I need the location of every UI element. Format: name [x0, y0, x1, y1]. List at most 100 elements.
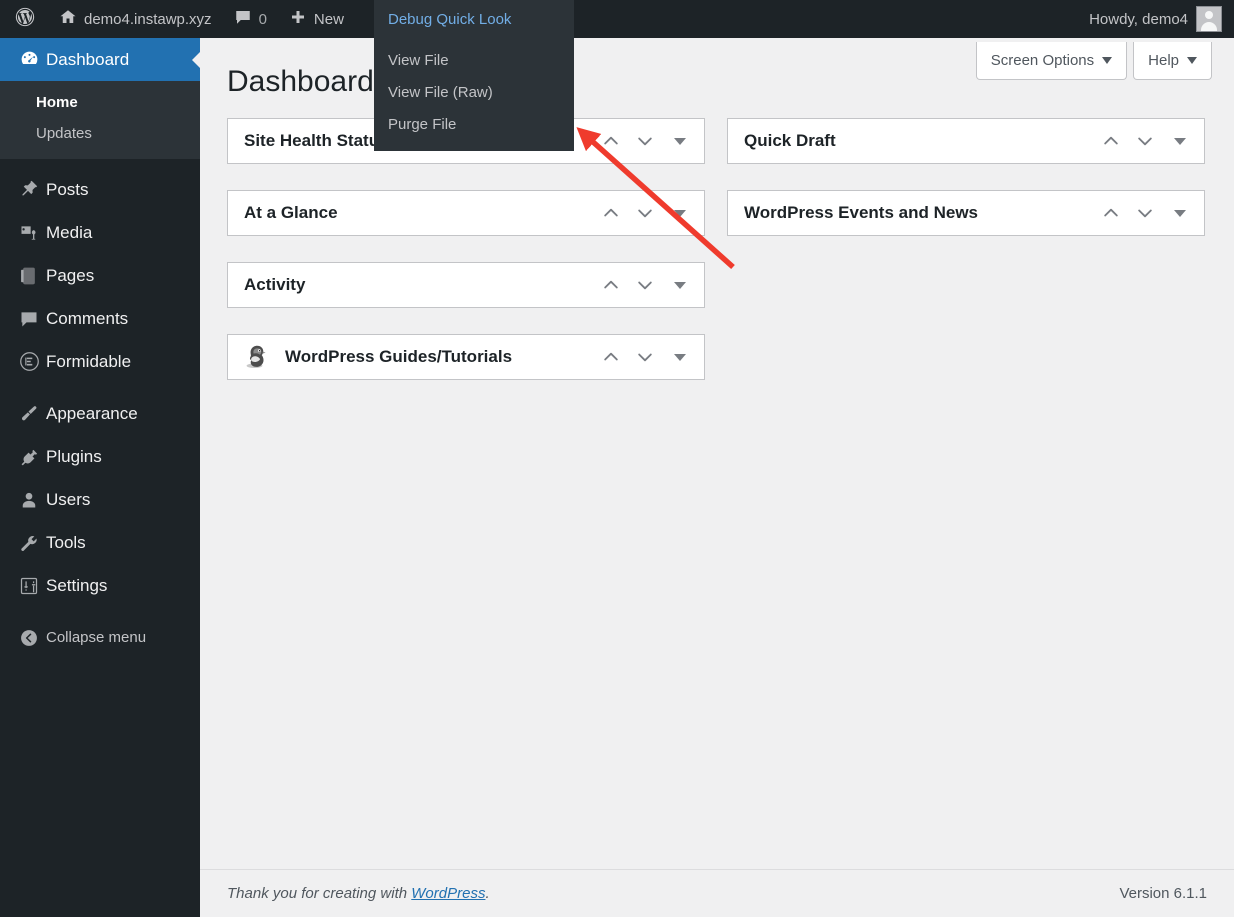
dropdown-item-purge-file[interactable]: Purge File	[374, 109, 574, 141]
triangle-down-icon[interactable]	[662, 268, 698, 302]
admin-footer: Thank you for creating with WordPress. V…	[200, 869, 1234, 917]
triangle-down-icon[interactable]	[1162, 124, 1198, 158]
sidebar-item-settings[interactable]: Settings	[0, 564, 200, 607]
wordpress-link[interactable]: WordPress	[411, 885, 485, 902]
sliders-icon	[12, 576, 46, 596]
sidebar-item-formidable[interactable]: Formidable	[0, 340, 200, 383]
my-account-button[interactable]: Howdy, demo4	[1089, 0, 1234, 38]
sidebar-item-label: Posts	[46, 179, 89, 199]
sidebar-item-label: Tools	[46, 532, 86, 552]
screen-options-label: Screen Options	[990, 52, 1095, 69]
chevron-up-icon[interactable]	[594, 268, 628, 302]
collapse-menu-button[interactable]: Collapse menu	[0, 616, 200, 659]
widget-wordpress-events-and-news: WordPress Events and News	[727, 190, 1205, 236]
chevron-down-icon	[1187, 57, 1197, 64]
widget-quick-draft: Quick Draft	[727, 118, 1205, 164]
main-content-area: Screen Options Help Dashboard Site Healt…	[200, 38, 1234, 917]
sidebar-item-label: Plugins	[46, 446, 102, 466]
comment-bubble-icon	[234, 8, 252, 30]
debug-quick-look-label: Debug Quick Look	[388, 10, 512, 28]
sidebar-item-label: Media	[46, 222, 93, 242]
sidebar-item-pages[interactable]: Pages	[0, 254, 200, 297]
bird-icon	[244, 343, 272, 371]
chevron-down-icon[interactable]	[628, 124, 662, 158]
debug-quick-look-dropdown: View File View File (Raw) Purge File	[374, 38, 574, 151]
chevron-up-icon[interactable]	[1094, 124, 1128, 158]
widget-title-with-icon: WordPress Guides/Tutorials	[244, 343, 594, 371]
widget-actions	[594, 124, 698, 158]
chevron-up-icon[interactable]	[1094, 196, 1128, 230]
dashboard-widgets-container: Site Health Status At a Glance Activity …	[227, 118, 1227, 406]
widget-actions	[594, 196, 698, 230]
help-button[interactable]: Help	[1133, 42, 1212, 80]
triangle-down-icon[interactable]	[1162, 196, 1198, 230]
wordpress-logo-icon	[14, 6, 36, 32]
widget-header: Activity	[228, 263, 704, 307]
widget-actions	[594, 340, 698, 374]
sidebar-item-comments[interactable]: Comments	[0, 297, 200, 340]
debug-quick-look-menu-button[interactable]: Debug Quick Look	[374, 0, 574, 38]
footer-thanks-prefix: Thank you for creating with	[227, 885, 412, 902]
home-icon	[59, 8, 77, 30]
chevron-down-icon[interactable]	[628, 340, 662, 374]
sidebar-item-label: Users	[46, 489, 91, 509]
widget-title: WordPress Guides/Tutorials	[285, 347, 513, 366]
chevron-up-icon[interactable]	[594, 196, 628, 230]
chevron-down-icon[interactable]	[1128, 196, 1162, 230]
chevron-down-icon[interactable]	[628, 268, 662, 302]
formidable-icon	[12, 351, 46, 372]
dropdown-item-view-file-raw[interactable]: View File (Raw)	[374, 77, 574, 109]
triangle-down-icon[interactable]	[662, 340, 698, 374]
sidebar-item-users[interactable]: Users	[0, 478, 200, 521]
widget-header: WordPress Events and News	[728, 191, 1204, 235]
new-content-button[interactable]: New	[278, 0, 355, 38]
footer-thanks-suffix: .	[485, 885, 490, 902]
widget-actions	[1094, 124, 1198, 158]
sidebar-item-tools[interactable]: Tools	[0, 521, 200, 564]
widget-wordpress-guides-tutorials: WordPress Guides/Tutorials	[227, 334, 705, 380]
dropdown-item-view-file[interactable]: View File	[374, 45, 574, 77]
sidebar-item-appearance[interactable]: Appearance	[0, 392, 200, 435]
triangle-down-icon[interactable]	[662, 196, 698, 230]
plug-icon	[12, 447, 46, 467]
dashboard-icon	[12, 49, 46, 70]
chevron-up-icon[interactable]	[594, 124, 628, 158]
widget-header: At a Glance	[228, 191, 704, 235]
comments-button[interactable]: 0	[223, 0, 278, 38]
page-title: Dashboard	[227, 65, 374, 98]
sidebar-subitem-home[interactable]: Home	[0, 87, 200, 118]
widget-actions	[594, 268, 698, 302]
pages-icon	[12, 266, 46, 286]
sidebar-item-plugins[interactable]: Plugins	[0, 435, 200, 478]
sidebar-item-posts[interactable]: Posts	[0, 168, 200, 211]
widget-title: At a Glance	[244, 203, 338, 222]
wrench-icon	[12, 533, 46, 553]
widget-header: Quick Draft	[728, 119, 1204, 163]
triangle-down-icon[interactable]	[662, 124, 698, 158]
plus-icon	[289, 8, 307, 30]
new-content-label: New	[313, 10, 344, 28]
comment-bubble-icon	[12, 309, 46, 329]
footer-version: Version 6.1.1	[1119, 885, 1207, 902]
screen-meta-links: Screen Options Help	[975, 42, 1212, 80]
collapse-arrow-icon	[12, 628, 46, 648]
widget-activity: Activity	[227, 262, 705, 308]
chevron-down-icon[interactable]	[1128, 124, 1162, 158]
sidebar-item-label: Dashboard	[46, 49, 130, 69]
wordpress-logo-button[interactable]	[0, 0, 48, 38]
sidebar-item-media[interactable]: Media	[0, 211, 200, 254]
dashboard-submenu: Home Updates	[0, 81, 200, 159]
sidebar-item-dashboard[interactable]: Dashboard	[0, 38, 200, 81]
comments-count: 0	[258, 10, 267, 28]
screen-options-button[interactable]: Screen Options	[975, 42, 1128, 80]
widget-title: WordPress Events and News	[744, 203, 978, 222]
widget-title: Quick Draft	[744, 131, 836, 150]
chevron-down-icon[interactable]	[628, 196, 662, 230]
site-name-button[interactable]: demo4.instawp.xyz	[48, 0, 223, 38]
chevron-up-icon[interactable]	[594, 340, 628, 374]
menu-separator	[0, 159, 200, 168]
menu-separator	[0, 607, 200, 616]
media-icon	[12, 223, 46, 243]
dashboard-column-left: Site Health Status At a Glance Activity …	[227, 118, 705, 406]
sidebar-subitem-updates[interactable]: Updates	[0, 118, 200, 149]
